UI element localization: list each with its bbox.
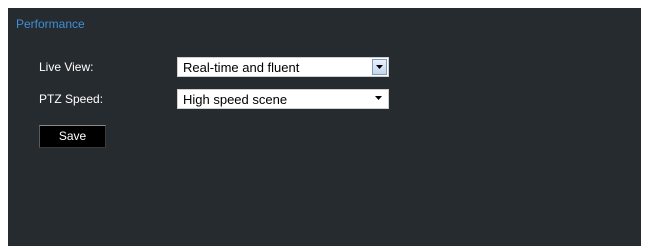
chevron-down-icon[interactable] — [372, 59, 387, 75]
ptz-speed-label: PTZ Speed: — [39, 92, 104, 106]
section-title: Performance — [16, 17, 85, 31]
live-view-select[interactable]: Real-time and fluent — [177, 57, 389, 77]
live-view-selected-value: Real-time and fluent — [183, 60, 300, 75]
save-button[interactable]: Save — [39, 125, 106, 148]
live-view-label: Live View: — [39, 60, 94, 74]
chevron-down-icon[interactable] — [372, 91, 387, 107]
ptz-speed-selected-value: High speed scene — [183, 92, 288, 107]
ptz-speed-select[interactable]: High speed scene — [177, 89, 389, 109]
performance-panel: Performance Live View: Real-time and flu… — [8, 8, 641, 246]
